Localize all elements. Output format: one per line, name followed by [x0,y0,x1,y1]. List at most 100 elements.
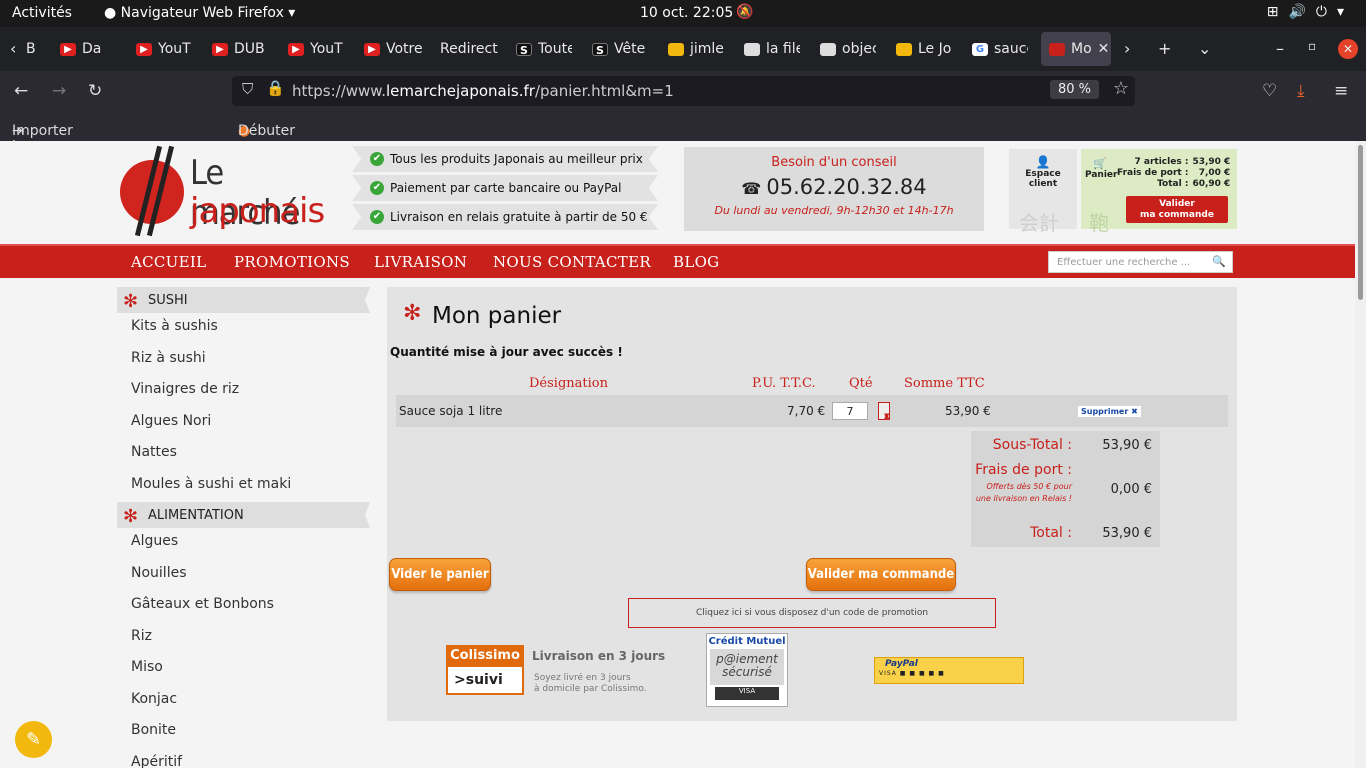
scrollbar[interactable] [1355,141,1366,768]
new-tab-icon[interactable]: + [1158,39,1171,58]
user-icon: 👤 [1035,155,1051,169]
customer-area-line2: client [1028,179,1058,189]
sidebar-item[interactable]: Algues [117,528,370,560]
list-tabs-icon[interactable]: ⌄ [1198,39,1211,58]
tab[interactable]: ▶ Da [60,32,120,66]
sidebar-item[interactable]: Gâteaux et Bonbons [117,591,370,623]
subtotal-label: Sous-Total : [992,437,1072,453]
tab-active[interactable]: Mo ✕ [1041,32,1111,66]
sidebar-item[interactable]: Kits à sushis [117,313,370,345]
sidebar-item[interactable]: Riz [117,623,370,655]
tab[interactable]: ▶ DUB [212,32,270,66]
url-bar[interactable]: ⛉ 🔒 https://www.lemarchejaponais.fr/pani… [232,76,1135,106]
tab[interactable]: Le Jo [896,32,952,66]
tab-scroll-right-icon[interactable]: › [1124,39,1130,58]
category-alimentation[interactable]: ✻ ALIMENTATION [117,502,370,528]
delivery-subtitle: Soyez livré en 3 jours à domicile par Col… [534,673,647,695]
sidebar-item[interactable]: Riz à sushi [117,345,370,377]
url-path: /panier.html&m=1 [534,82,674,100]
tab[interactable]: ▶ YouT [136,32,198,66]
promo-code-link[interactable]: Cliquez ici si vous disposez d'un code d… [628,598,996,628]
sidebar-item[interactable]: Apéritif [117,749,370,768]
delivery-subtitle-line1: Soyez livré en 3 jours [534,673,631,683]
app-menu[interactable]: ● Navigateur Web Firefox ▾ [104,5,295,21]
sidebar-item[interactable]: Nouilles [117,560,370,592]
subtotal-value: 53,90 € [1102,438,1152,453]
site-logo[interactable]: Le marché japonais [118,145,328,237]
tab-scroll-left-icon[interactable]: ‹ [10,39,16,58]
url-text[interactable]: https://www.lemarchejaponais.fr/panier.h… [292,82,674,100]
check-icon: ✔ [370,181,384,195]
tab-label: Le Jo [918,41,952,57]
back-icon[interactable]: ← [14,81,28,101]
tab[interactable]: S Toute [516,32,572,66]
activities-button[interactable]: Activités [12,5,72,21]
bookmark-star-icon[interactable]: ☆ [1113,78,1129,99]
system-tray[interactable]: ⊞🔊⏻▾ [1267,4,1354,20]
menu-item-livraison[interactable]: LIVRAISON [374,253,467,271]
delete-item-button[interactable]: Supprimer ✖ [1078,406,1141,417]
item-name[interactable]: Sauce soja 1 litre [399,404,502,418]
tab[interactable]: ▶ Votre [364,32,422,66]
quantity-stepper[interactable]: ▲ ▼ [878,402,890,420]
tab[interactable]: Redirect [440,32,500,66]
lock-icon[interactable]: 🔒 [266,79,285,97]
menu-item-promotions[interactable]: PROMOTIONS [234,253,350,271]
empty-cart-button[interactable]: Vider le panier [389,558,491,591]
reload-icon[interactable]: ↻ [88,81,102,101]
tab[interactable]: ▶ YouT [288,32,348,66]
search-input[interactable]: Effectuer une recherche ... 🔍 [1048,251,1233,273]
pocket-icon[interactable]: ♡ [1262,81,1277,101]
sidebar-item[interactable]: Moules à sushi et maki [117,471,370,503]
mini-cart-label-box[interactable]: 🛒 Panier [1085,157,1117,180]
mini-cart: 🛒 Panier 鞄 7 articles :53,90 € Frais de p… [1081,149,1237,235]
validate-order-button[interactable]: Valider ma commande [806,558,956,591]
sidebar-item[interactable]: Vinaigres de riz [117,376,370,408]
clock[interactable]: 10 oct. 22:05 [640,5,733,21]
menu-item-contact[interactable]: NOUS CONTACTER [493,253,651,271]
mask-icon [896,42,912,56]
category-sushi[interactable]: ✻ SUSHI [117,287,370,313]
tab[interactable]: Gsauce [972,32,1028,66]
sidebar-item[interactable]: Algues Nori [117,408,370,440]
youtube-icon: ▶ [136,42,152,56]
search-icon[interactable]: 🔍 [1212,255,1226,268]
tab[interactable]: objec [820,32,876,66]
tab[interactable]: la file [744,32,800,66]
menu-item-blog[interactable]: BLOG [673,253,719,271]
shield-icon[interactable]: ⛉ [242,80,253,98]
tab-label: sauce [994,41,1028,57]
phone-number[interactable]: ☎ 05.62.20.32.84 [684,175,984,199]
sidebar-item[interactable]: Konjac [117,686,370,718]
cm-logo-line2: sécurisé [722,665,772,679]
zoom-indicator[interactable]: 80 % [1049,80,1099,99]
tab-label: Redirect [440,41,498,57]
decrease-icon[interactable]: ▼ [884,412,889,420]
header-unit-price: P.U. T.T.C. [752,376,816,391]
close-tab-icon[interactable]: ✕ [1098,41,1110,57]
menu-item-accueil[interactable]: ACCUEIL [131,253,206,271]
quantity-input[interactable]: 7 [832,402,868,420]
sidebar-item[interactable]: Bonite [117,717,370,749]
sidebar-item[interactable]: Miso [117,654,370,686]
paypal-logo-title: PayPal [885,659,918,669]
customer-area-link[interactable]: 👤 Espace client 会計 [1009,149,1077,235]
close-window-icon[interactable]: ✕ [1338,39,1358,59]
paypal-logo-cards: VISA ■ ■ ■ ■ ■ [879,670,945,677]
scrollbar-thumb[interactable] [1358,145,1363,300]
forward-icon[interactable]: → [52,81,66,101]
downloads-icon[interactable]: ⤓ [1297,81,1305,101]
tab[interactable]: S Vête [592,32,648,66]
total-value: 53,90 € [1102,526,1152,541]
maximize-icon[interactable]: ▫ [1308,39,1316,53]
tab[interactable]: B [26,32,40,66]
delivery-title: Livraison en 3 jours [532,649,666,663]
tab[interactable]: jimle [668,32,724,66]
update-message: Quantité mise à jour avec succès ! [390,345,623,359]
menu-icon[interactable]: ≡ [1334,81,1348,101]
validate-order-button-header[interactable]: Valider ma commande [1126,196,1228,223]
minimize-icon[interactable]: – [1276,39,1284,58]
flower-icon: ✻ [403,301,422,326]
sidebar-item[interactable]: Nattes [117,439,370,471]
edit-pencil-icon[interactable]: ✎ [15,721,52,758]
